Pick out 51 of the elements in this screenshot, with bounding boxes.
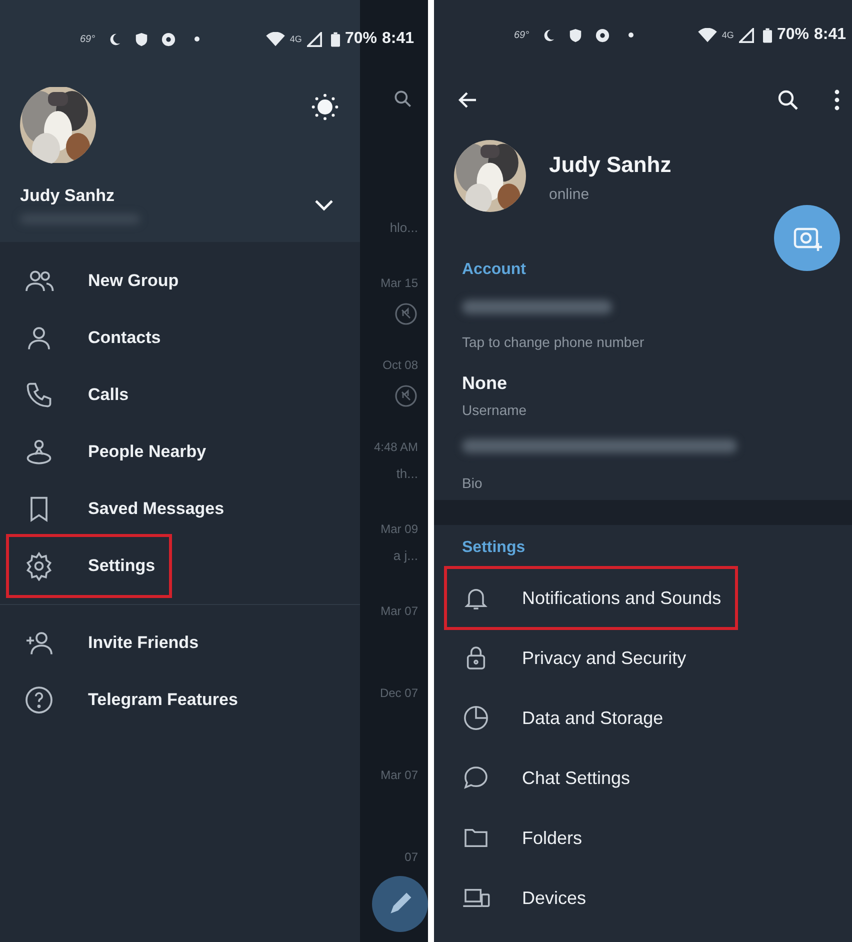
field-caption: Bio <box>462 475 484 491</box>
temperature-text: 69° <box>80 34 96 44</box>
chat-preview: hlo... <box>390 220 418 235</box>
chat-time: Mar 07 <box>380 604 418 618</box>
clock-icon <box>462 704 490 732</box>
search-icon[interactable] <box>392 88 414 110</box>
chat-time: Mar 07 <box>380 768 418 782</box>
section-header: Account <box>462 260 527 280</box>
chat-bubble-icon <box>462 764 490 792</box>
clock-text: 8:41 <box>814 26 846 44</box>
chat-time: Oct 08 <box>382 358 418 372</box>
clock-text: 8:41 <box>382 30 414 48</box>
set-photo-button[interactable] <box>774 205 840 271</box>
temperature-text: 69° <box>514 30 530 40</box>
wifi-icon <box>266 32 285 46</box>
circle-icon <box>595 28 610 42</box>
profile-name: Judy Sanhz <box>549 152 672 178</box>
shield-icon <box>134 32 150 46</box>
chat-time: Mar 09 <box>380 522 418 536</box>
signal-icon <box>738 28 754 42</box>
dot-icon <box>628 32 634 38</box>
more-options-icon[interactable] <box>834 88 840 112</box>
shield-icon <box>568 28 584 42</box>
chevron-icon[interactable] <box>314 199 334 211</box>
compose-button[interactable] <box>372 876 428 932</box>
network-text: 4G <box>722 30 734 40</box>
chat-time: 4:48 AM <box>374 440 418 454</box>
help-icon <box>24 684 54 714</box>
username-value: None <box>462 372 508 394</box>
chat-time: 07 <box>404 850 418 864</box>
wifi-icon <box>698 28 717 42</box>
list-item[interactable]: Notifications and Sounds <box>444 566 738 630</box>
signal-icon <box>306 32 322 46</box>
battery-icon <box>762 28 772 42</box>
field-caption: Username <box>462 402 528 418</box>
sun-icon[interactable] <box>311 93 339 121</box>
network-text: 4G <box>290 34 302 44</box>
profile-name: Judy Sanhz <box>20 186 116 206</box>
search-icon[interactable] <box>776 88 800 112</box>
dot-icon <box>194 36 200 42</box>
online-status: online <box>549 186 590 203</box>
battery-text: 70% <box>344 30 377 48</box>
chat-preview: th... <box>396 466 418 481</box>
chat-time: Mar 15 <box>380 276 418 290</box>
field-caption: Tap to change phone number <box>462 334 646 350</box>
menu-item[interactable]: Settings <box>6 534 172 598</box>
settings-icon <box>24 550 54 580</box>
section-header: Settings <box>461 538 526 558</box>
chat-preview: a j... <box>393 548 418 563</box>
battery-text: 70% <box>776 26 809 44</box>
chat-time: Dec 07 <box>380 686 418 700</box>
